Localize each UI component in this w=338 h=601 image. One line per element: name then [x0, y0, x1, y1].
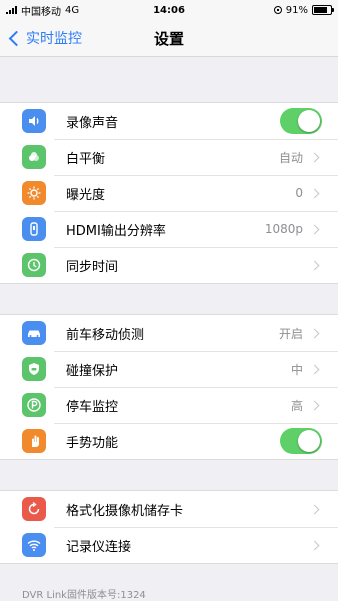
settings-row[interactable]: 白平衡 自动 [0, 139, 338, 175]
settings-row[interactable]: HDMI输出分辨率 1080p [0, 211, 338, 247]
chevron-right-icon [309, 152, 320, 162]
chevron-right-icon [309, 260, 320, 270]
settings-row[interactable]: 碰撞保护 中 [0, 351, 338, 387]
toggle-knob [298, 430, 320, 452]
chevron-right-icon [309, 188, 320, 198]
settings-row[interactable]: 同步时间 [0, 247, 338, 283]
settings-row-label: 录像声音 [66, 115, 119, 131]
status-bar: 中国移动 4G 14:06 91% [0, 0, 338, 20]
toggle-knob [298, 110, 320, 132]
settings-row[interactable]: 手势功能 [0, 423, 338, 459]
toggle-switch[interactable] [280, 428, 322, 454]
chevron-right-icon [309, 400, 320, 410]
parking-icon [22, 393, 46, 417]
chevron-right-icon [309, 328, 320, 338]
settings-row[interactable]: 曝光度 0 [0, 175, 338, 211]
rotation-lock-icon [273, 6, 282, 14]
wifi-icon [22, 533, 46, 557]
shield-car-icon [22, 357, 46, 381]
settings-row[interactable]: 格式化摄像机储存卡 [0, 491, 338, 527]
settings-row-label: HDMI输出分辨率 [66, 223, 166, 239]
chevron-right-icon [309, 364, 320, 374]
carrier-label: 中国移动 [21, 6, 61, 18]
battery-percent: 91% [285, 4, 308, 16]
network-label: 4G [65, 4, 80, 16]
clock-icon [22, 253, 46, 277]
car-icon [22, 321, 46, 345]
firmware-version: DVR Link固件版本号:1324 [22, 590, 146, 601]
speaker-icon [22, 109, 46, 133]
settings-row-value: 高 [290, 398, 303, 413]
back-button[interactable]: 实时监控 [0, 28, 82, 48]
settings-row[interactable]: 前车移动侦测 开启 [0, 315, 338, 351]
navigation-bar: 实时监控 设置 [0, 20, 338, 57]
settings-group-device: 格式化摄像机储存卡 记录仪连接 [0, 490, 338, 564]
settings-row-value: 开启 [278, 326, 303, 341]
settings-row-label: 格式化摄像机储存卡 [66, 503, 184, 519]
back-label: 实时监控 [26, 31, 82, 47]
settings-row-label: 前车移动侦测 [66, 327, 145, 343]
settings-row-label: 碰撞保护 [66, 363, 119, 379]
settings-row[interactable]: 停车监控 高 [0, 387, 338, 423]
settings-row-label: 同步时间 [66, 259, 119, 275]
chevron-right-icon [309, 540, 320, 550]
toggle-switch[interactable] [280, 108, 322, 134]
sun-icon [22, 181, 46, 205]
chevron-right-icon [309, 504, 320, 514]
settings-row-label: 曝光度 [66, 187, 106, 203]
hdmi-icon [22, 217, 46, 241]
format-icon [22, 497, 46, 521]
white-balance-icon [22, 145, 46, 169]
settings-row-value: 自动 [278, 150, 303, 165]
settings-row-label: 白平衡 [66, 151, 106, 167]
settings-row-label: 记录仪连接 [66, 539, 132, 555]
settings-row-value: 1080p [264, 222, 303, 236]
chevron-right-icon [309, 224, 320, 234]
settings-row-label: 停车监控 [66, 399, 119, 415]
settings-group-video: 录像声音白平衡 自动曝光度 0 HDMI输出分辨率 1080p 同步时间 [0, 102, 338, 284]
battery-icon [312, 5, 334, 15]
settings-row[interactable]: 录像声音 [0, 103, 338, 139]
settings-row[interactable]: 记录仪连接 [0, 527, 338, 563]
settings-row-value: 中 [290, 362, 303, 377]
settings-row-value: 0 [295, 186, 303, 200]
settings-row-label: 手势功能 [66, 435, 119, 451]
settings-group-driving: 前车移动侦测 开启碰撞保护 中停车监控 高手势功能 [0, 314, 338, 460]
hand-icon [22, 429, 46, 453]
chevron-left-icon [8, 30, 25, 46]
signal-icon [6, 6, 17, 14]
